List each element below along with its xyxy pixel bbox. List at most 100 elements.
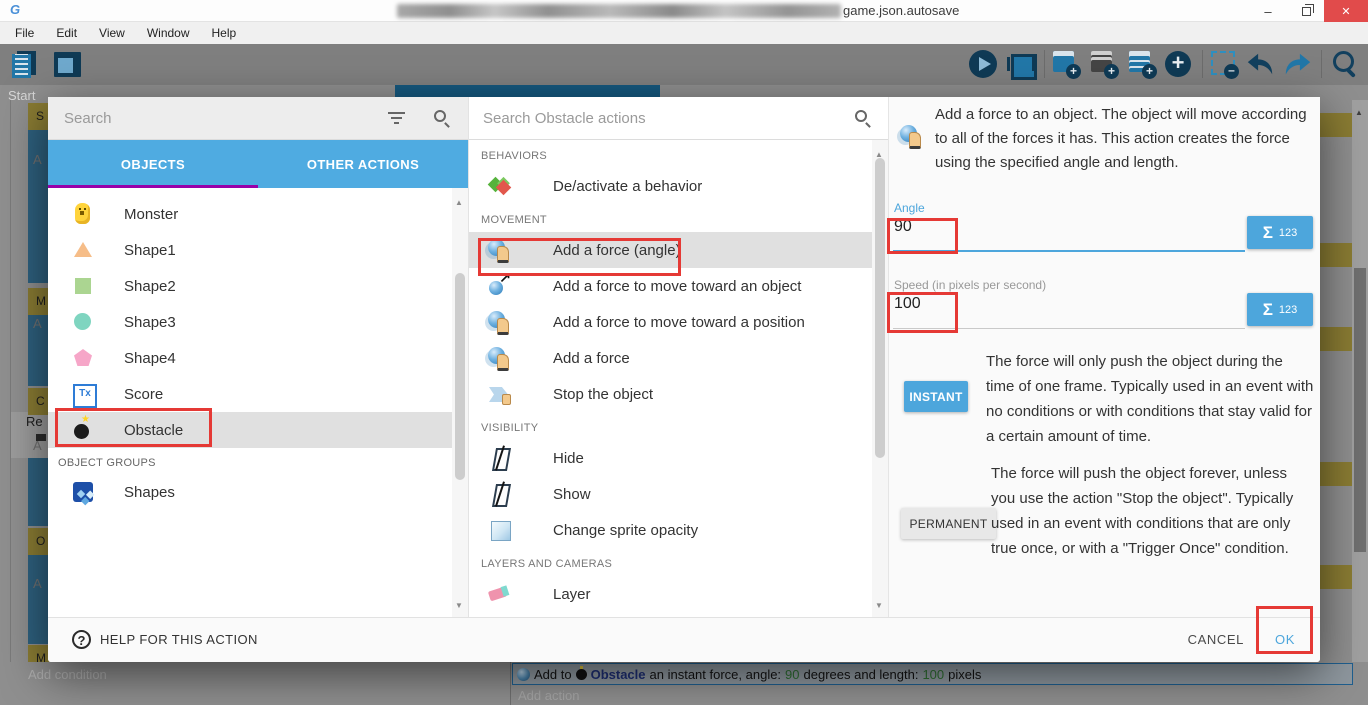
object-row-shape3[interactable]: Shape3 [48, 304, 468, 340]
cancel-button[interactable]: CANCEL [1188, 632, 1244, 647]
menu-item-help[interactable]: Help [201, 22, 248, 44]
menu-item-view[interactable]: View [88, 22, 136, 44]
action-row[interactable]: Add a force to move toward a position [469, 304, 888, 340]
group-icon [70, 479, 96, 505]
add-standard-event-icon[interactable] [1127, 49, 1157, 79]
object-search-input[interactable] [64, 105, 364, 131]
event-group-header [1320, 327, 1352, 351]
event-object-name: Obstacle [591, 667, 646, 682]
permanent-description: The force will push the object forever, … [991, 461, 1315, 561]
search-icon[interactable] [855, 110, 867, 122]
toolbar-separator [1321, 50, 1322, 78]
tab-objects[interactable]: OBJECTS [48, 140, 258, 188]
annotation-box-obstacle [55, 408, 212, 447]
action-label: Show [553, 486, 591, 503]
event-group-header: S [28, 103, 49, 130]
event-text: an instant force, angle: [650, 667, 782, 682]
dialog-tabbar: OBJECTS OTHER ACTIONS [48, 140, 468, 188]
section-header: BEHAVIORS [469, 140, 888, 168]
action-row[interactable]: Show [469, 476, 888, 512]
search-icon[interactable] [1330, 49, 1360, 79]
square-icon [70, 273, 96, 299]
redo-icon[interactable] [1283, 49, 1313, 79]
behavior-icon [487, 173, 513, 199]
action-description: Add a force to an object. The object wil… [935, 103, 1311, 175]
add-condition-placeholder[interactable]: Add condition [28, 667, 107, 682]
action-row[interactable]: Change sprite opacity [469, 512, 888, 548]
actions-panel: BEHAVIORSDe/activate a behaviorMOVEMENTA… [468, 97, 888, 617]
triangle-icon [70, 237, 96, 263]
action-row[interactable]: Add a force [469, 340, 888, 376]
action-row[interactable]: Layer [469, 576, 888, 612]
hide-icon [487, 445, 513, 471]
actions-scrollbar[interactable] [872, 140, 888, 617]
speed-expression-button[interactable]: Σ 123 [1247, 293, 1313, 326]
scroll-down-icon[interactable] [455, 595, 463, 613]
search-icon[interactable] [434, 110, 446, 122]
project-manager-icon[interactable] [10, 49, 40, 79]
event-angle-value: 90 [785, 667, 799, 682]
scroll-down-icon[interactable] [875, 595, 883, 613]
tab-other-actions[interactable]: OTHER ACTIONS [258, 140, 468, 188]
filter-icon[interactable] [388, 112, 405, 114]
minimize-button[interactable]: – [1250, 0, 1286, 22]
object-groups-header: OBJECT GROUPS [48, 448, 468, 474]
scene-tab-label[interactable]: Start [8, 88, 35, 103]
object-row-score[interactable]: Score [48, 376, 468, 412]
scrollbar-thumb[interactable] [1354, 268, 1366, 552]
undo-icon[interactable] [1245, 49, 1275, 79]
event-condition-strip [28, 458, 48, 526]
toolbar-separator [1202, 50, 1203, 78]
menu-item-edit[interactable]: Edit [45, 22, 88, 44]
menu-item-window[interactable]: Window [136, 22, 201, 44]
action-row[interactable]: Hide [469, 440, 888, 476]
title-bar: G game.json.autosave – ✕ [0, 0, 1368, 22]
instant-description: The force will only push the object duri… [986, 349, 1314, 449]
action-search-input[interactable] [483, 105, 813, 131]
add-placeholder-fragment: A [33, 152, 42, 167]
layer-icon [487, 581, 513, 607]
object-name: Monster [124, 206, 178, 223]
restore-button[interactable] [1288, 0, 1324, 22]
scroll-up-icon[interactable] [455, 192, 463, 210]
help-link[interactable]: ? HELP FOR THIS ACTION [72, 630, 258, 649]
action-label: Layer [553, 586, 591, 603]
object-row-shape1[interactable]: Shape1 [48, 232, 468, 268]
scroll-up-icon[interactable] [1355, 102, 1363, 120]
angle-expression-button[interactable]: Σ 123 [1247, 216, 1313, 249]
add-event-icon[interactable] [1163, 49, 1193, 79]
scrollbar-thumb[interactable] [875, 158, 885, 458]
action-row[interactable]: De/activate a behavior [469, 168, 888, 204]
active-tab-underline [48, 185, 258, 188]
menu-item-file[interactable]: File [4, 22, 45, 44]
action-row[interactable]: Stop the object [469, 376, 888, 412]
window-title: game.json.autosave [843, 3, 959, 18]
objects-scrollbar[interactable] [452, 188, 468, 617]
events-scrollbar[interactable] [1352, 100, 1368, 705]
group-row-shapes[interactable]: Shapes [48, 474, 468, 510]
permanent-button[interactable]: PERMANENT [901, 508, 996, 539]
object-name: Shape4 [124, 350, 176, 367]
selected-action-row[interactable]: Add to Obstacle an instant force, angle:… [512, 663, 1353, 685]
add-comment-icon[interactable] [1089, 49, 1119, 79]
debug-icon[interactable] [1006, 49, 1036, 79]
close-button[interactable]: ✕ [1324, 0, 1368, 22]
scrollbar-thumb[interactable] [455, 273, 465, 480]
scene-editor-icon[interactable] [52, 49, 82, 79]
play-icon[interactable] [968, 49, 998, 79]
add-object-icon[interactable] [1051, 49, 1081, 79]
monster-icon [70, 201, 96, 227]
instant-button[interactable]: INSTANT [904, 381, 968, 412]
stop-icon [487, 381, 513, 407]
main-toolbar [0, 44, 1368, 85]
event-group-header [1320, 243, 1352, 267]
object-row-shape2[interactable]: Shape2 [48, 268, 468, 304]
event-text: Add to [534, 667, 572, 682]
object-row-monster[interactable]: Monster [48, 196, 468, 232]
object-name: Score [124, 386, 163, 403]
remove-selection-icon[interactable] [1209, 49, 1239, 79]
object-row-shape4[interactable]: Shape4 [48, 340, 468, 376]
add-action-placeholder[interactable]: Add action [518, 688, 579, 703]
event-tree-line [10, 100, 11, 705]
circle-icon [70, 309, 96, 335]
